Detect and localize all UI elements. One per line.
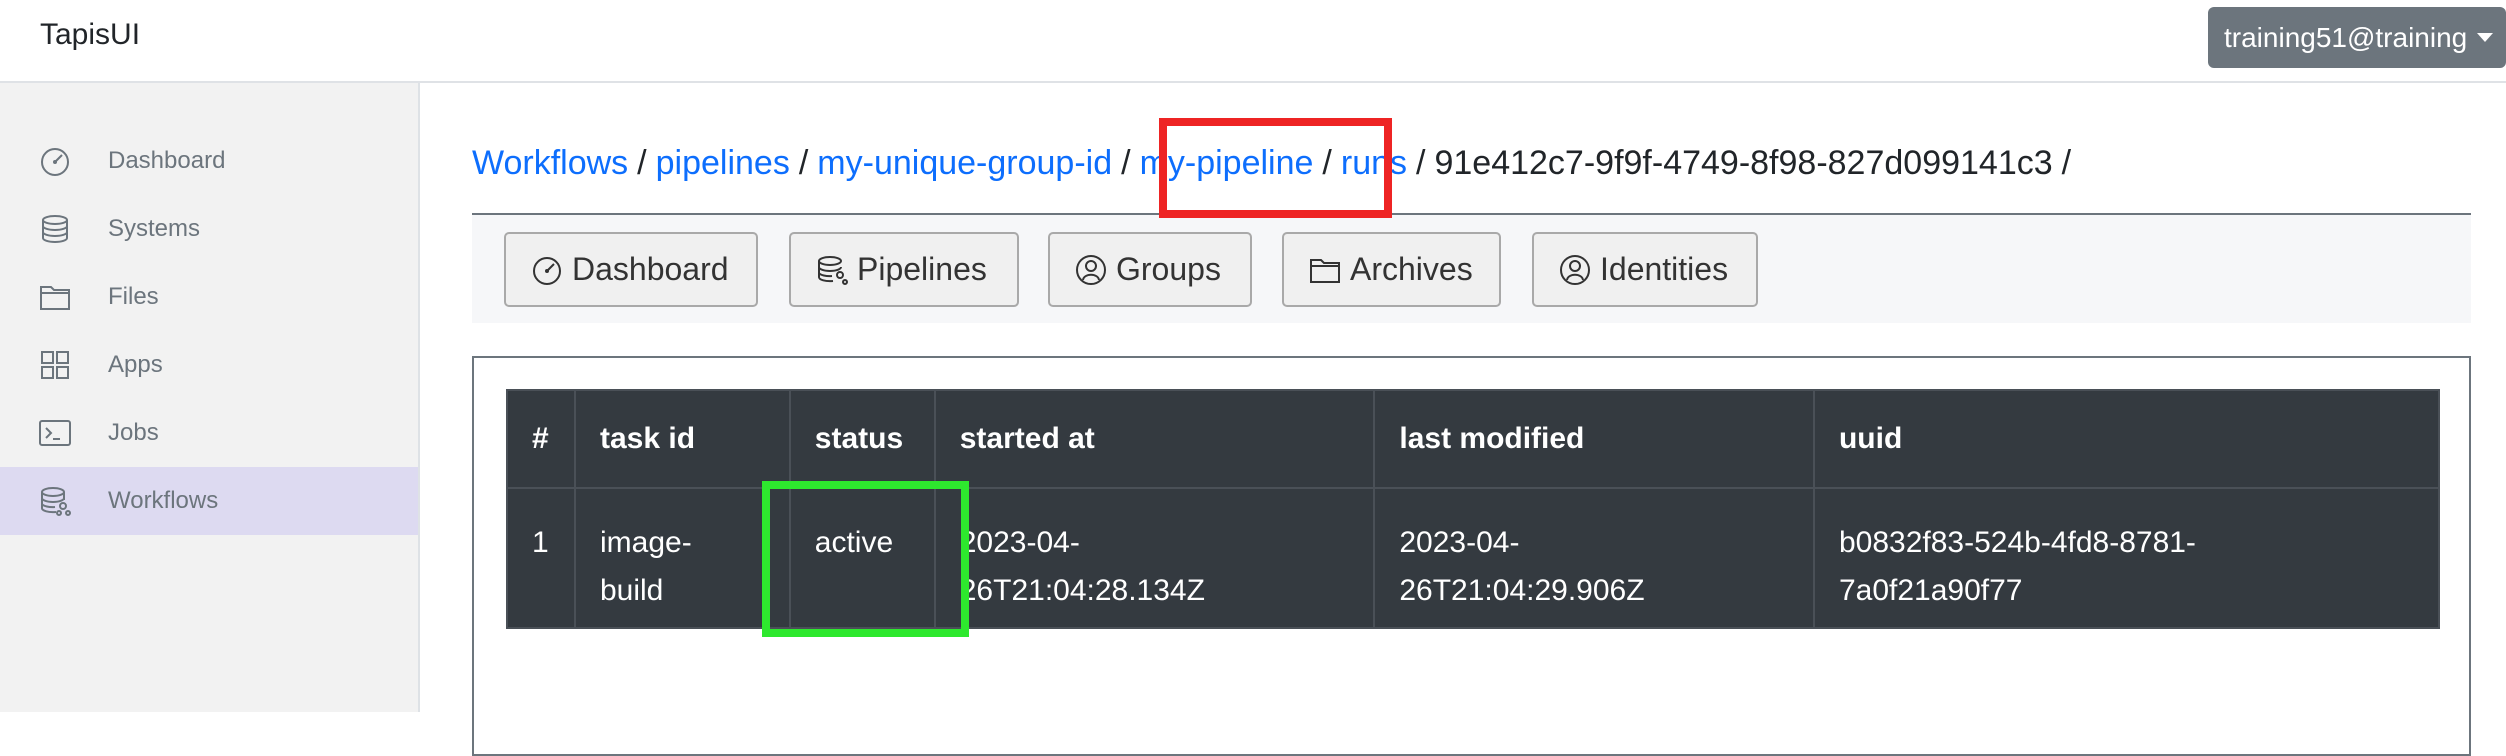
toolbar-button-label: Dashboard (572, 251, 729, 287)
toolbar-pipelines-button[interactable]: Pipelines (789, 232, 1019, 307)
cell-line: build (599, 574, 664, 607)
sidebar: Dashboard Systems Files Apps Jobs Workfl… (0, 83, 420, 712)
breadcrumb-separator: / (1121, 144, 1131, 182)
user-circle-icon (1560, 254, 1590, 285)
toolbar-identities-button[interactable]: Identities (1532, 232, 1758, 307)
cell-line: b0832f83-524b-4fd8-8781- (1838, 526, 2196, 559)
caret-down-icon (2477, 33, 2494, 42)
sidebar-item-label: Systems (108, 215, 201, 242)
column-header-status: status (788, 389, 936, 489)
breadcrumb-current-run: 91e412c7-9f9f-4749-8f98-827d099141c3 (1434, 144, 2053, 182)
dashboard-gauge-icon (533, 256, 561, 285)
cell-line: 2023-04- (959, 526, 1080, 559)
workflow-database-icon (41, 487, 71, 516)
grid-icon (41, 351, 69, 379)
cell-index: 1 (506, 487, 576, 629)
sidebar-item-label: Apps (108, 351, 163, 378)
top-navbar: TapisUI training51@training (0, 0, 2506, 83)
column-header-last-modified: last modified (1373, 389, 1815, 489)
toolbar-button-label: Identities (1600, 251, 1729, 287)
sidebar-item-apps[interactable]: Apps (0, 331, 418, 399)
sidebar-item-dashboard[interactable]: Dashboard (0, 127, 418, 195)
sidebar-item-jobs[interactable]: Jobs (0, 399, 418, 467)
brand-logo-text[interactable]: TapisUI (40, 18, 140, 52)
cell-uuid: b0832f83-524b-4fd8-8781- 7a0f21a90f77 (1812, 487, 2441, 629)
toolbar-button-label: Archives (1350, 251, 1473, 287)
cell-started-at: 2023-04- 26T21:04:28.134Z (933, 487, 1376, 629)
column-header-started-at: started at (933, 389, 1376, 489)
sidebar-item-workflows[interactable]: Workflows (0, 467, 418, 535)
sidebar-item-label: Jobs (108, 419, 159, 446)
cell-line: 26T21:04:29.906Z (1399, 574, 1645, 607)
folder-icon (40, 286, 70, 310)
breadcrumb-link-group[interactable]: my-unique-group-id (817, 144, 1112, 182)
toolbar-archives-button[interactable]: Archives (1282, 232, 1501, 307)
column-header-uuid: uuid (1812, 389, 2441, 489)
table-header-row: # task id status started at last modifie… (506, 389, 2441, 489)
toolbar-groups-button[interactable]: Groups (1048, 232, 1252, 307)
cell-task-id: image- build (573, 487, 791, 629)
database-icon (42, 215, 68, 243)
user-circle-icon (1076, 254, 1106, 285)
cell-last-modified: 2023-04- 26T21:04:29.906Z (1373, 487, 1815, 629)
toolbar-button-label: Groups (1116, 251, 1221, 287)
breadcrumb-link-workflows[interactable]: Workflows (472, 144, 628, 182)
cell-line: image- (599, 526, 692, 559)
column-header-task-id: task id (573, 389, 791, 489)
sidebar-item-label: Workflows (108, 487, 219, 514)
column-header-index: # (506, 389, 576, 489)
folder-icon (1310, 258, 1340, 283)
breadcrumb-separator: / (2061, 144, 2072, 182)
user-menu-dropdown[interactable]: training51@training (2208, 7, 2506, 68)
breadcrumb-separator: / (637, 144, 647, 182)
sidebar-item-label: Dashboard (108, 147, 226, 174)
cell-line: 2023-04- (1399, 526, 1520, 559)
highlight-box-status (762, 481, 969, 637)
sidebar-item-label: Files (108, 283, 159, 310)
toolbar-button-label: Pipelines (857, 251, 987, 287)
user-menu-label: training51@training (2224, 21, 2468, 53)
cell-line: 7a0f21a90f77 (1838, 574, 2023, 607)
dashboard-gauge-icon (41, 148, 69, 176)
terminal-icon (39, 420, 71, 446)
sidebar-item-systems[interactable]: Systems (0, 195, 418, 263)
breadcrumb-link-pipelines[interactable]: pipelines (656, 144, 790, 182)
sidebar-item-files[interactable]: Files (0, 263, 418, 331)
highlight-box-pipeline (1159, 118, 1392, 218)
pipelines-icon (818, 255, 848, 285)
workflows-toolbar: Dashboard Pipelines Groups Archives Iden… (472, 215, 2471, 323)
cell-line: 26T21:04:28.134Z (959, 574, 1205, 607)
toolbar-dashboard-button[interactable]: Dashboard (504, 232, 758, 307)
breadcrumb-separator: / (798, 144, 809, 182)
breadcrumb-separator: / (1416, 144, 1426, 182)
